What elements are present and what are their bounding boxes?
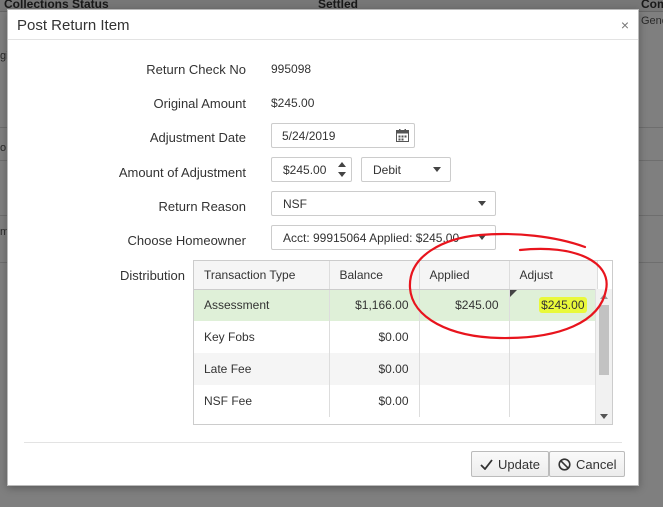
calendar-icon[interactable] [390, 124, 414, 147]
original-amount-value: $245.00 [271, 96, 315, 110]
stepper-arrows-icon[interactable] [338, 161, 346, 178]
header-applied[interactable]: Applied [419, 261, 510, 290]
amount-of-adjustment-stepper[interactable]: $245.00 [271, 157, 352, 182]
header-adjust[interactable]: Adjust [509, 261, 598, 290]
highlighted-adjust-value: $245.00 [539, 297, 587, 314]
distribution-label: Distribution [119, 268, 185, 283]
cell-applied[interactable] [419, 321, 510, 353]
choose-homeowner-select[interactable]: Acct: 99915064 Applied: $245.00 [271, 225, 496, 250]
update-button[interactable]: Update [471, 451, 549, 477]
close-icon[interactable]: × [621, 17, 629, 33]
grid-header-row: Transaction Type Balance Applied Adjust [194, 261, 598, 290]
chevron-down-icon [478, 201, 486, 206]
cell-transaction-type[interactable]: NSF Fee [194, 385, 330, 417]
return-check-no-value: 995098 [271, 62, 312, 76]
amount-of-adjustment-label: Amount of Adjustment [118, 165, 246, 180]
scrollbar-thumb[interactable] [599, 305, 609, 375]
cell-applied[interactable] [419, 353, 510, 385]
edited-cell-marker [509, 289, 517, 297]
table-row[interactable]: NSF Fee $0.00 [194, 385, 598, 417]
debit-credit-value: Debit [373, 163, 402, 177]
cell-applied[interactable]: $245.00 [419, 289, 510, 321]
adjustment-date-value: 5/24/2019 [282, 129, 336, 143]
amount-of-adjustment-value: $245.00 [283, 163, 327, 177]
adjustment-date-input[interactable]: 5/24/2019 [271, 123, 415, 148]
return-reason-select[interactable]: NSF [271, 191, 496, 216]
cell-adjust[interactable]: $245.00 [509, 289, 598, 321]
chevron-down-icon [478, 235, 486, 240]
scroll-up-arrow-icon[interactable] [600, 294, 608, 299]
dialog-title: Post Return Item [17, 17, 130, 34]
return-reason-value: NSF [283, 197, 307, 211]
cell-balance[interactable]: $0.00 [329, 385, 420, 417]
chevron-down-icon [433, 167, 441, 172]
return-check-no-label: Return Check No [146, 62, 246, 77]
post-return-item-dialog: Post Return Item × Return Check No 99509… [7, 9, 639, 486]
choose-homeowner-label: Choose Homeowner [127, 233, 246, 248]
debit-credit-select[interactable]: Debit [361, 157, 451, 182]
header-balance[interactable]: Balance [329, 261, 420, 290]
cell-transaction-type[interactable]: Late Fee [194, 353, 330, 385]
cell-balance[interactable]: $0.00 [329, 353, 420, 385]
cell-transaction-type[interactable]: Assessment [194, 289, 330, 321]
cell-balance[interactable]: $0.00 [329, 321, 420, 353]
cell-applied[interactable] [419, 385, 510, 417]
choose-homeowner-value: Acct: 99915064 Applied: $245.00 [283, 231, 460, 245]
cancel-button-label: Cancel [576, 456, 617, 472]
update-button-label: Update [498, 456, 540, 472]
adjustment-date-label: Adjustment Date [149, 130, 246, 145]
table-row[interactable]: Key Fobs $0.00 [194, 321, 598, 353]
distribution-grid: Transaction Type Balance Applied Adjust … [193, 260, 613, 425]
cell-transaction-type[interactable]: Key Fobs [194, 321, 330, 353]
return-reason-label: Return Reason [158, 199, 246, 214]
dialog-title-bar: Post Return Item × [8, 10, 638, 40]
footer-divider [24, 442, 622, 443]
checkmark-icon [480, 458, 493, 470]
scroll-down-arrow-icon[interactable] [600, 414, 608, 419]
table-row[interactable]: Assessment $1,166.00 $245.00 $245.00 [194, 289, 598, 321]
cell-adjust[interactable] [509, 385, 598, 417]
header-transaction-type[interactable]: Transaction Type [194, 261, 330, 290]
cell-adjust[interactable] [509, 353, 598, 385]
cancel-icon [558, 457, 571, 471]
cell-balance[interactable]: $1,166.00 [329, 289, 420, 321]
table-row[interactable]: Late Fee $0.00 [194, 353, 598, 385]
cell-adjust[interactable] [509, 321, 598, 353]
original-amount-label: Original Amount [153, 96, 247, 111]
cancel-button[interactable]: Cancel [549, 451, 626, 477]
grid-vertical-scrollbar[interactable] [595, 289, 612, 424]
